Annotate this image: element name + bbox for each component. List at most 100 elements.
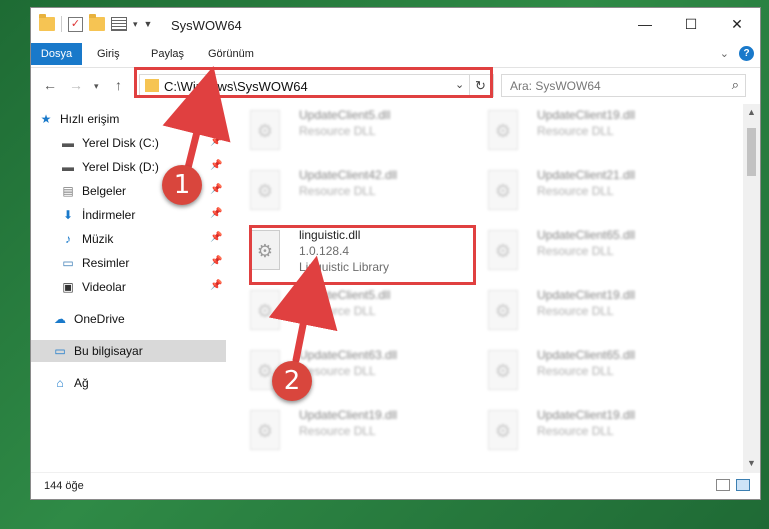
step-1-marker: 1 [162, 165, 202, 205]
file-name: UpdateClient21.dll [537, 168, 636, 182]
sidebar-item-label: Yerel Disk (D:) [82, 160, 159, 174]
search-icon: ⌕ [731, 77, 739, 92]
dll-file-icon: ⚙ [488, 110, 518, 150]
tab-home[interactable]: Giriş [97, 43, 120, 65]
toolbar-divider [61, 16, 62, 32]
step-2-marker: 2 [272, 361, 312, 401]
dll-file-icon: ⚙ [488, 350, 518, 390]
sidebar-item-pictures[interactable]: ▭ Resimler 📌 [31, 252, 226, 274]
file-name: UpdateClient19.dll [537, 288, 636, 302]
drive-icon: ▬ [62, 136, 74, 150]
file-tile[interactable]: ⚙ UpdateClient5.dll Resource DLL [244, 104, 474, 160]
ribbon-tabs: Dosya Giriş Paylaş Görünüm ⌄ ? [31, 43, 760, 68]
dll-file-icon: ⚙ [250, 410, 280, 450]
search-placeholder: Ara: SysWOW64 [510, 79, 601, 93]
title-bar: ✓ ▾ ▼ SysWOW64 — ☐ ✕ [31, 8, 760, 43]
file-type: Resource DLL [537, 304, 614, 318]
drive-icon: ▬ [62, 160, 74, 174]
file-tile[interactable]: ⚙ UpdateClient19.dll Resource DLL [482, 104, 712, 160]
scroll-down-icon[interactable]: ▼ [743, 455, 760, 472]
file-name: UpdateClient65.dll [537, 228, 636, 242]
ribbon-right: ⌄ ? [720, 46, 754, 61]
dll-file-icon: ⚙ [488, 290, 518, 330]
videos-icon: ▣ [62, 280, 74, 294]
file-name: UpdateClient19.dll [537, 108, 636, 122]
navigation-pane: ★ Hızlı erişim ▬ Yerel Disk (C:) 📌 ▬ Yer… [31, 104, 226, 464]
file-name: UpdateClient65.dll [537, 348, 636, 362]
file-name: UpdateClient19.dll [299, 408, 398, 422]
tab-view[interactable]: Görünüm [208, 43, 254, 65]
sidebar-item-quick-access[interactable]: ★ Hızlı erişim [39, 108, 234, 130]
customize-toolbar-icon[interactable]: ▼ [144, 19, 153, 29]
item-count: 144 öğe [44, 480, 84, 492]
recent-locations-icon[interactable]: ▾ [94, 81, 99, 92]
file-tile[interactable]: ⚙ UpdateClient19.dll Resource DLL [482, 284, 712, 340]
scroll-thumb[interactable] [747, 128, 756, 176]
minimize-button[interactable]: — [622, 8, 668, 40]
tab-share[interactable]: Paylaş [151, 43, 184, 65]
vertical-scrollbar[interactable]: ▲ ▼ [743, 104, 760, 472]
scroll-up-icon[interactable]: ▲ [743, 104, 760, 121]
sidebar-item-this-pc[interactable]: ▭ Bu bilgisayar [31, 340, 226, 362]
tiles-view-icon[interactable] [736, 479, 750, 491]
search-input[interactable]: Ara: SysWOW64 ⌕ [501, 74, 746, 97]
sidebar-item-label: Müzik [82, 232, 114, 246]
pin-icon[interactable]: 📌 [210, 136, 222, 147]
sidebar-item-onedrive[interactable]: ☁ OneDrive [31, 308, 226, 330]
file-name: UpdateClient63.dll [299, 348, 398, 362]
file-type: Resource DLL [537, 424, 614, 438]
download-icon: ⬇ [62, 208, 74, 222]
pin-icon[interactable]: 📌 [210, 160, 222, 171]
properties-check-icon[interactable]: ✓ [68, 16, 83, 32]
sidebar-item-network[interactable]: ⌂ Ağ [31, 372, 226, 394]
file-tile[interactable]: ⚙ UpdateClient19.dll Resource DLL [482, 404, 712, 460]
sidebar-item-music[interactable]: ♪ Müzik 📌 [31, 228, 226, 250]
properties-icon[interactable] [111, 17, 127, 31]
sidebar-item-label: Resimler [82, 256, 130, 270]
sidebar-item-label: Videolar [82, 280, 126, 294]
expand-ribbon-icon[interactable]: ⌄ [720, 47, 729, 60]
new-folder-icon[interactable] [89, 14, 105, 31]
view-switcher [716, 479, 750, 491]
up-arrow-icon[interactable]: ↑ [115, 77, 122, 93]
sidebar-item-videos[interactable]: ▣ Videolar 📌 [31, 276, 226, 298]
address-highlight-box [134, 67, 493, 98]
sidebar-item-label: Ağ [74, 376, 89, 390]
file-name: UpdateClient5.dll [299, 108, 391, 122]
file-type: Resource DLL [537, 364, 614, 378]
help-icon[interactable]: ? [739, 46, 754, 61]
file-tile[interactable]: ⚙ UpdateClient5.dll Resource DLL [244, 284, 474, 340]
file-type: Resource DLL [299, 424, 376, 438]
dll-file-icon: ⚙ [488, 230, 518, 270]
sidebar-item-downloads[interactable]: ⬇ İndirmeler 📌 [31, 204, 226, 226]
file-type: Resource DLL [299, 304, 376, 318]
dll-file-icon: ⚙ [250, 170, 280, 210]
sidebar-item-local-disk-c[interactable]: ▬ Yerel Disk (C:) 📌 [31, 132, 226, 154]
file-tile[interactable]: ⚙ UpdateClient19.dll Resource DLL [244, 404, 474, 460]
pin-icon[interactable]: 📌 [210, 280, 222, 291]
documents-icon: ▤ [62, 184, 74, 198]
close-button[interactable]: ✕ [714, 8, 760, 40]
file-tile[interactable]: ⚙ UpdateClient65.dll Resource DLL [482, 344, 712, 400]
dll-file-icon: ⚙ [488, 410, 518, 450]
back-arrow-icon[interactable]: ← [43, 77, 57, 93]
file-tile[interactable]: ⚙ UpdateClient65.dll Resource DLL [482, 224, 712, 280]
maximize-button[interactable]: ☐ [668, 8, 714, 40]
pin-icon[interactable]: 📌 [210, 232, 222, 243]
file-tile[interactable]: ⚙ UpdateClient42.dll Resource DLL [244, 164, 474, 220]
sidebar-item-label: Bu bilgisayar [74, 344, 143, 358]
file-type: Resource DLL [537, 184, 614, 198]
pictures-icon: ▭ [62, 256, 74, 270]
forward-arrow-icon[interactable]: → [69, 77, 83, 93]
tab-file[interactable]: Dosya [31, 43, 82, 65]
pin-icon[interactable]: 📌 [210, 256, 222, 267]
cloud-icon: ☁ [54, 312, 66, 326]
chevron-down-icon[interactable]: ▾ [133, 19, 138, 30]
pin-icon[interactable]: 📌 [210, 184, 222, 195]
status-bar: 144 öğe [31, 472, 760, 499]
details-view-icon[interactable] [716, 479, 730, 491]
pin-icon[interactable]: 📌 [210, 208, 222, 219]
file-type: Resource DLL [537, 124, 614, 138]
window-controls: — ☐ ✕ [622, 8, 760, 40]
file-tile[interactable]: ⚙ UpdateClient21.dll Resource DLL [482, 164, 712, 220]
